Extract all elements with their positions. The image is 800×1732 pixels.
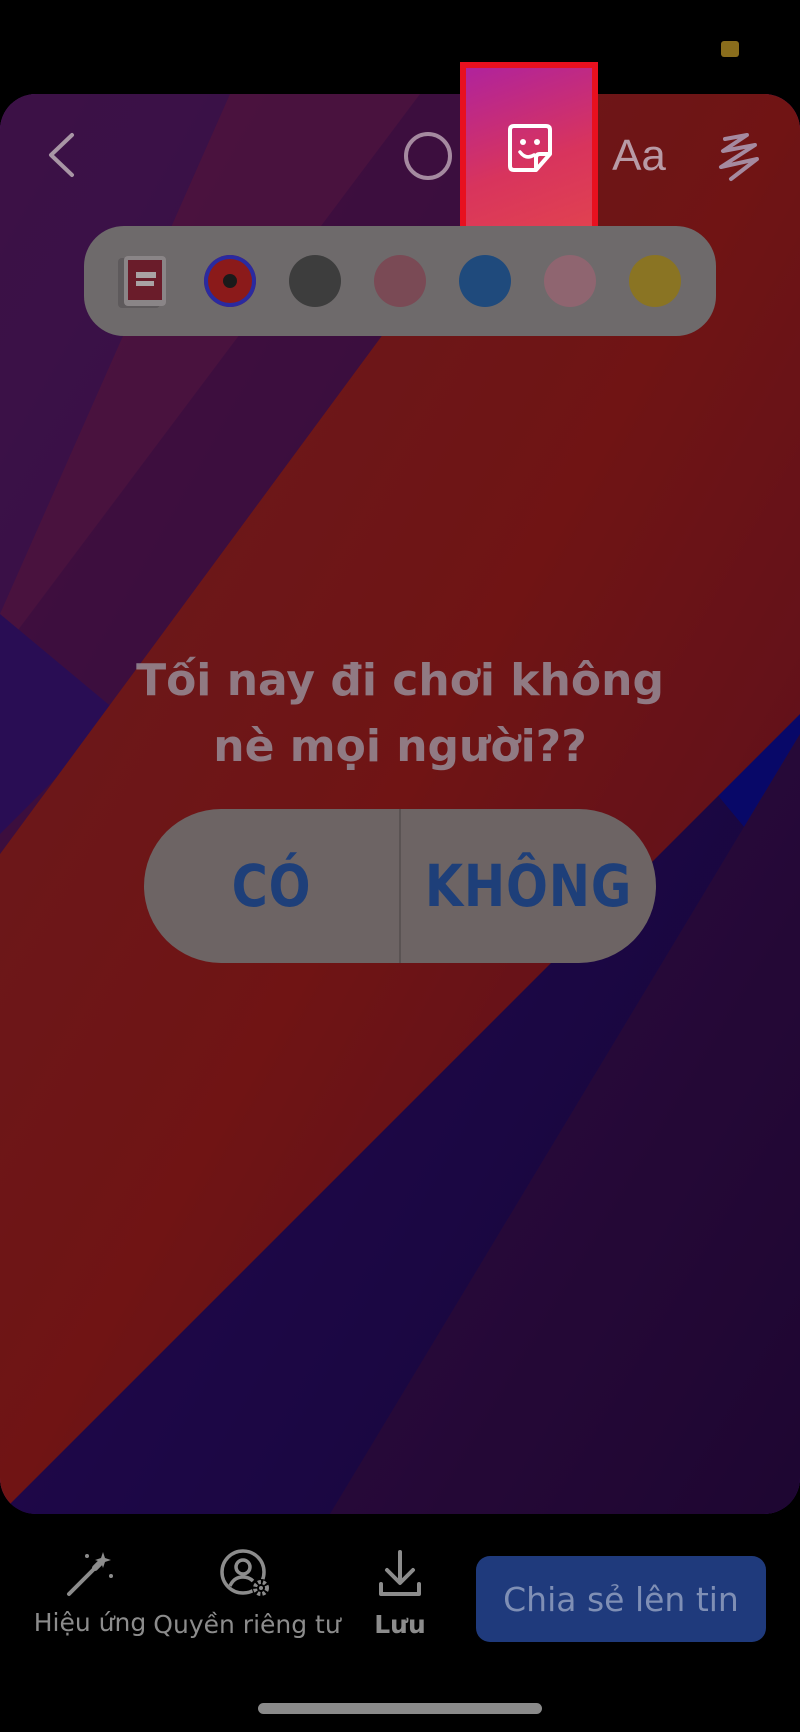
squiggle-draw-icon	[719, 133, 759, 181]
chevron-left-icon	[49, 133, 74, 177]
save-label: Lưu	[374, 1610, 426, 1639]
thumbnail-image	[118, 256, 166, 308]
color-swatch-red[interactable]	[204, 255, 256, 307]
circle-icon	[404, 132, 452, 180]
download-icon	[379, 1550, 421, 1596]
shape-tool-button[interactable]	[400, 128, 456, 184]
color-swatch-mauve[interactable]	[374, 255, 426, 307]
privacy-settings-icon	[220, 1549, 270, 1597]
poll-sticker[interactable]: CÓ KHÔNG	[144, 809, 656, 963]
color-swatch-gold[interactable]	[629, 255, 681, 307]
privacy-button[interactable]: Quyền riêng tư	[153, 1548, 341, 1639]
story-editor-screen: Aa Tối nay đi chơi không nè mọi người?? …	[0, 0, 800, 1732]
poll-question-line-2: nè mọi người??	[213, 721, 587, 772]
effects-button[interactable]: Hiệu ứng	[30, 1548, 150, 1637]
color-swatch-pink[interactable]	[544, 255, 596, 307]
effects-label: Hiệu ứng	[33, 1608, 147, 1637]
color-swatch-dark-gray[interactable]	[289, 255, 341, 307]
poll-question-line-1: Tối nay đi chơi không	[136, 655, 664, 706]
privacy-label: Quyền riêng tư	[153, 1610, 341, 1639]
magic-wand-icon	[67, 1552, 113, 1596]
back-button[interactable]	[36, 120, 86, 190]
story-thumbnail[interactable]	[116, 254, 168, 312]
save-button[interactable]: Lưu	[360, 1548, 440, 1639]
share-to-story-button[interactable]: Chia sẻ lên tin	[476, 1556, 766, 1642]
text-tool-label: Aa	[612, 131, 666, 180]
sticker-icon	[508, 124, 552, 172]
text-tool-button[interactable]: Aa	[604, 126, 674, 186]
sticker-palette	[84, 226, 716, 336]
home-indicator	[258, 1703, 542, 1714]
poll-question[interactable]: Tối nay đi chơi không nè mọi người??	[100, 648, 700, 780]
poll-option-yes[interactable]: CÓ	[163, 809, 380, 963]
poll-divider	[399, 809, 401, 963]
color-swatch-blue[interactable]	[459, 255, 511, 307]
status-indicator	[721, 41, 739, 57]
draw-tool-button[interactable]	[708, 124, 770, 190]
sticker-tool-button[interactable]	[466, 68, 592, 242]
poll-option-no[interactable]: KHÔNG	[420, 809, 637, 963]
